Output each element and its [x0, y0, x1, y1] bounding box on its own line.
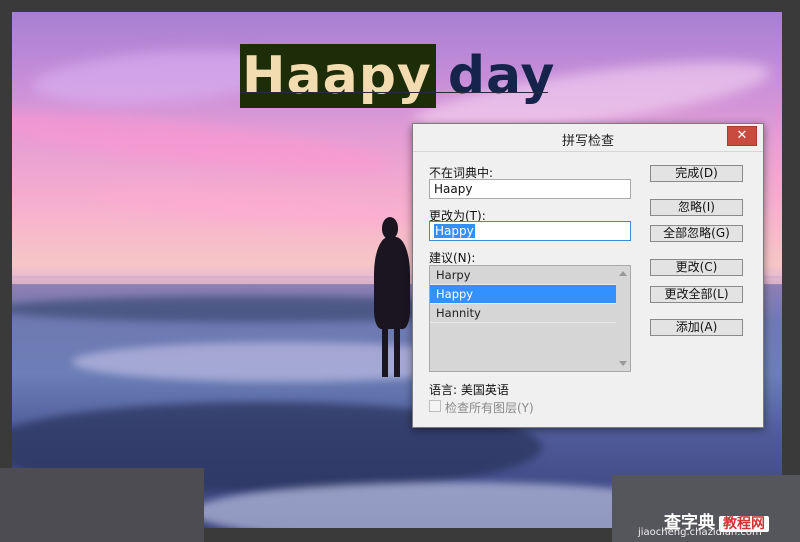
text-baseline [240, 92, 548, 93]
watermark-url: jiaocheng.chazidian.com [638, 527, 762, 538]
list-scrollbar[interactable] [616, 266, 630, 371]
silhouette-leg [382, 325, 388, 377]
cloud [12, 100, 393, 184]
change-to-field[interactable]: Happy [429, 221, 631, 241]
done-button[interactable]: 完成(D) [650, 165, 743, 182]
change-to-selection: Happy [434, 224, 475, 238]
ignore-button[interactable]: 忽略(I) [650, 199, 743, 216]
change-all-button[interactable]: 更改全部(L) [650, 286, 743, 303]
check-all-layers-label: 检查所有图层(Y) [445, 401, 534, 415]
suggestions-list[interactable]: Harpy Happy Hannity [429, 265, 631, 372]
scroll-up-icon[interactable] [619, 271, 627, 276]
ignore-all-button[interactable]: 全部忽略(G) [650, 225, 743, 242]
silhouette-person [370, 217, 414, 382]
silhouette-body [374, 237, 410, 329]
language-label: 语言: 美国英语 [429, 383, 509, 397]
panel-left [0, 468, 204, 542]
silhouette-head [382, 217, 398, 239]
text-layer[interactable]: Haapy day [240, 44, 555, 108]
text-word[interactable]: day [436, 44, 556, 108]
suggestions-label: 建议(N): [429, 251, 476, 265]
change-button[interactable]: 更改(C) [650, 259, 743, 276]
scroll-down-icon[interactable] [619, 361, 627, 366]
dialog-titlebar[interactable]: 拼写检查 ✕ [413, 124, 763, 152]
cloud [91, 180, 413, 234]
misspelled-word[interactable]: Haapy [240, 44, 436, 108]
suggestion-item-selected[interactable]: Happy [430, 285, 630, 304]
spell-check-dialog: 拼写检查 ✕ 不在词典中: Haapy 更改为(T): Happy 建议(N):… [412, 123, 764, 428]
dialog-title: 拼写检查 [561, 134, 614, 149]
suggestion-item[interactable]: Hannity [430, 304, 630, 323]
not-in-dictionary-field[interactable]: Haapy [429, 179, 631, 199]
suggestion-item[interactable]: Harpy [430, 266, 630, 285]
check-all-layers-checkbox[interactable] [429, 400, 441, 412]
add-button[interactable]: 添加(A) [650, 319, 743, 336]
close-button[interactable]: ✕ [727, 126, 757, 146]
silhouette-leg [394, 325, 400, 377]
